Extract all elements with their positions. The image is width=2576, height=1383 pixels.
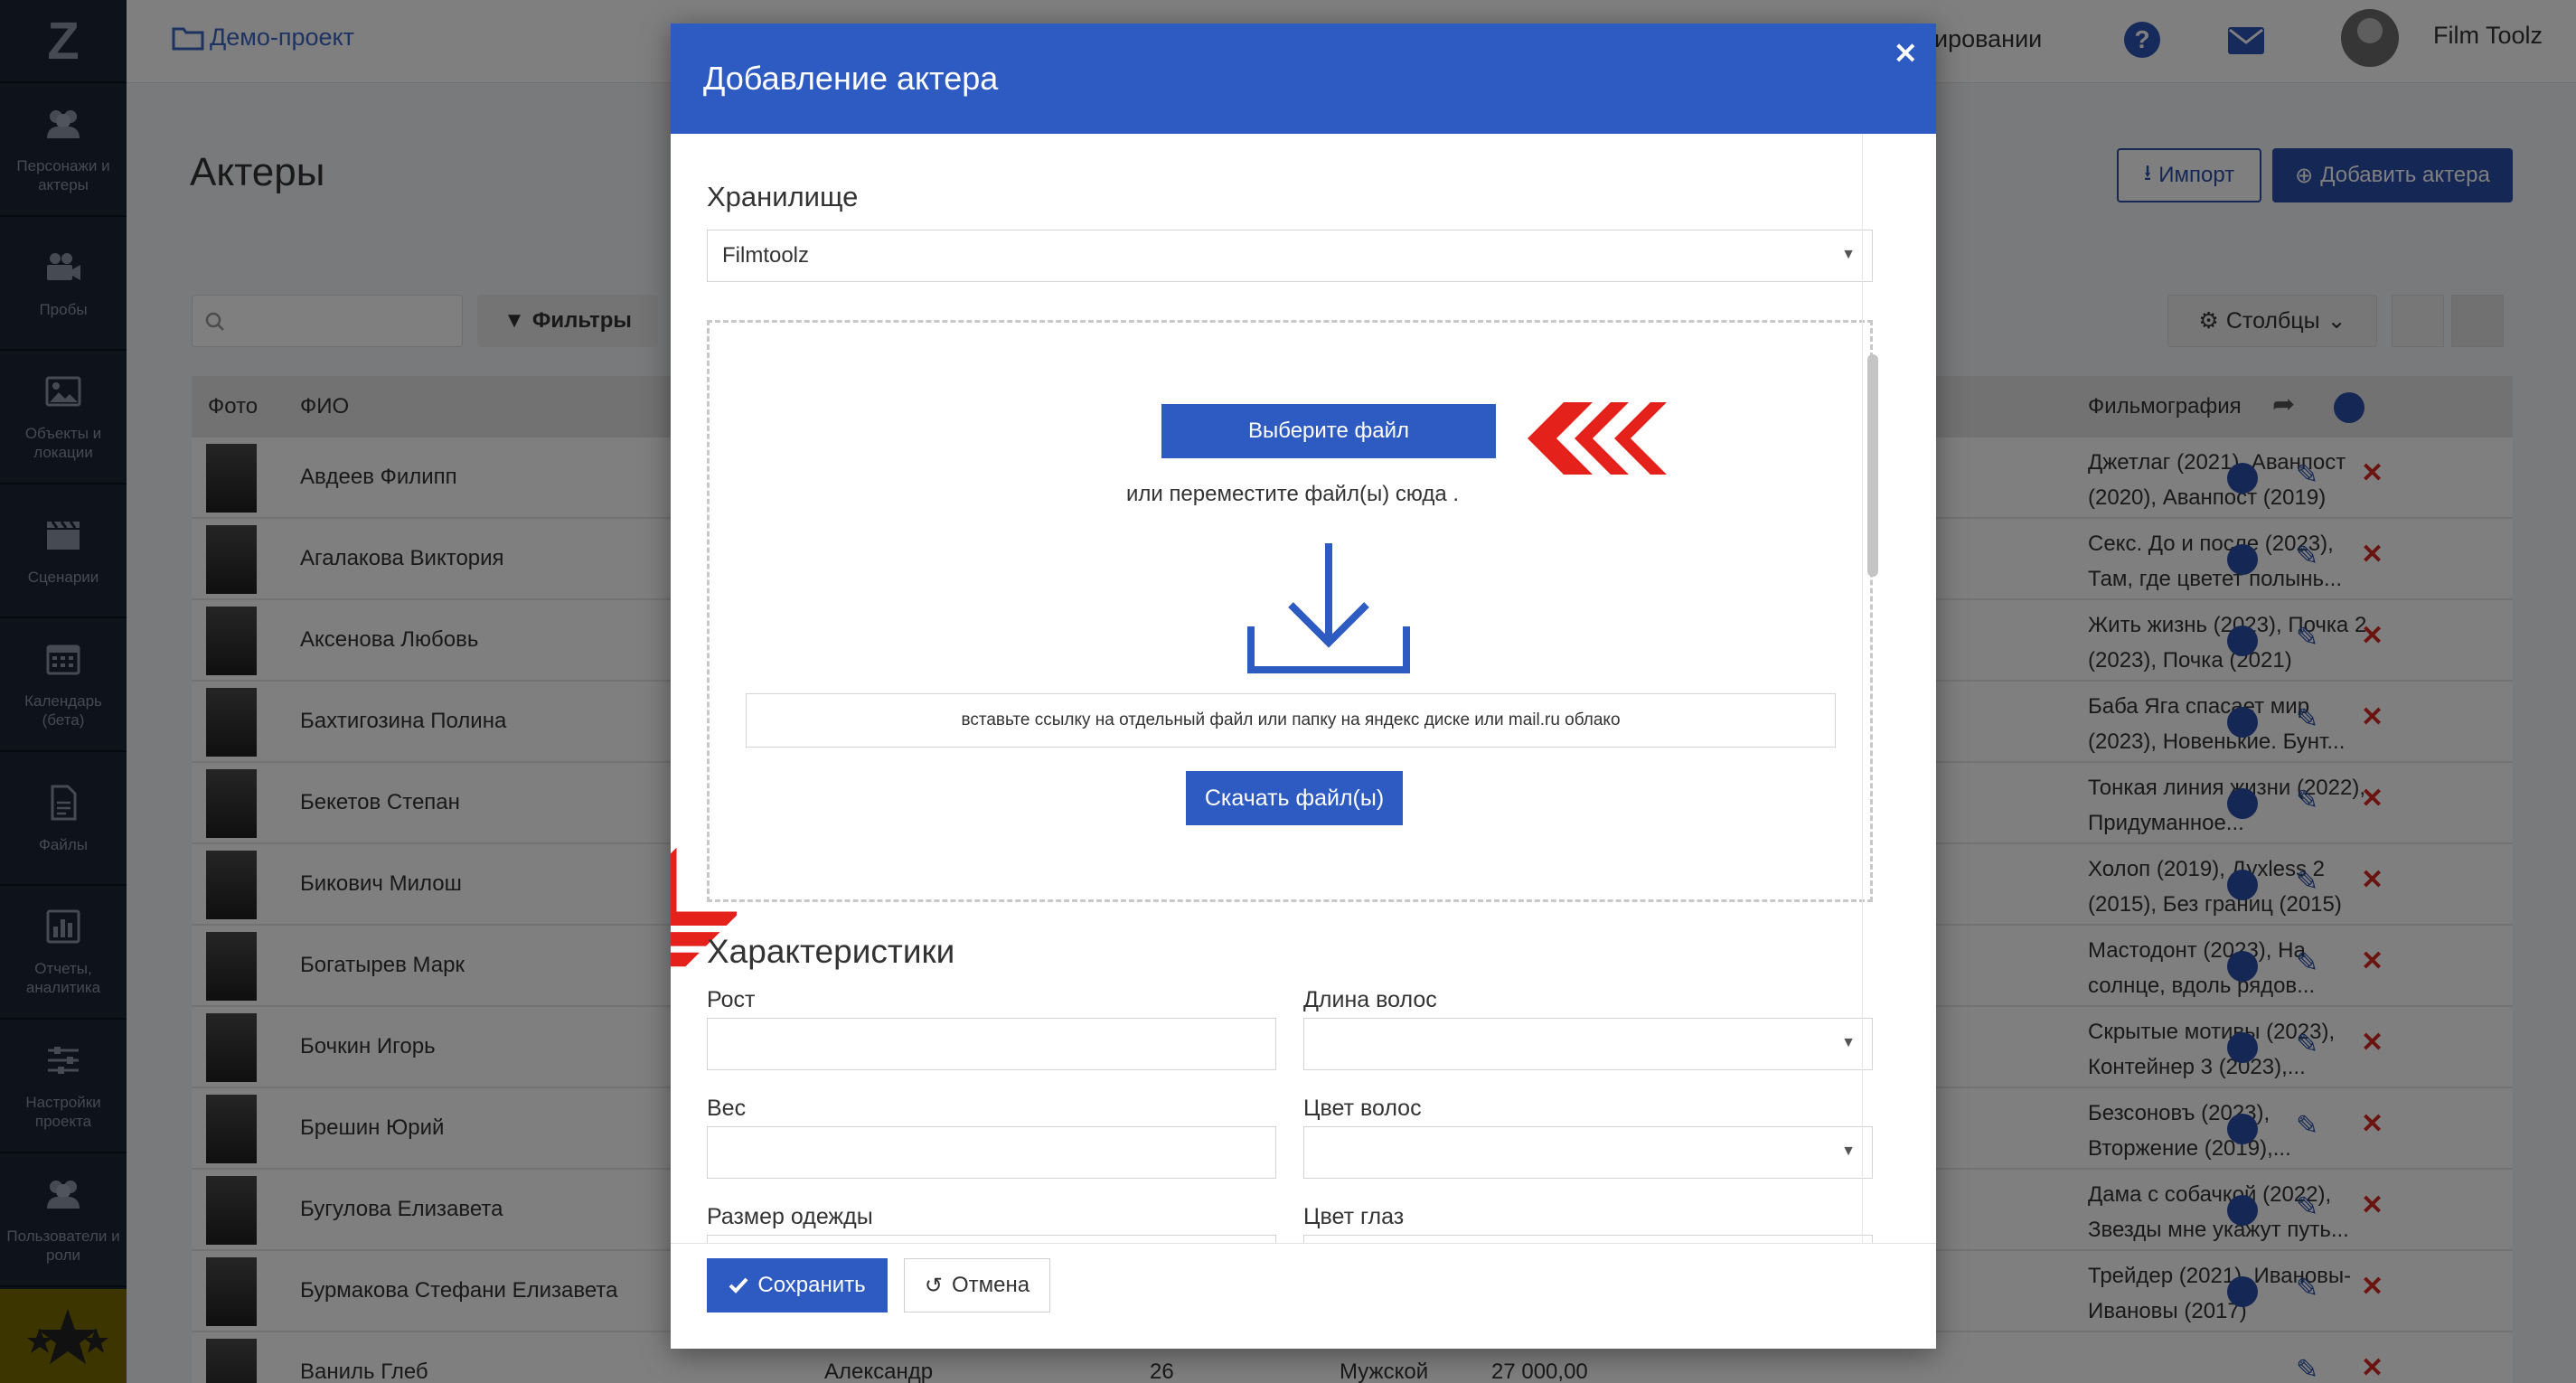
- hair-color-select[interactable]: ▼: [1303, 1126, 1873, 1179]
- check-icon: [729, 1277, 748, 1294]
- eye-color-select[interactable]: [1303, 1235, 1873, 1243]
- modal-header: Добавление актера ×: [671, 24, 1936, 134]
- weight-label: Вес: [707, 1096, 747, 1121]
- drop-hint: или переместите файл(ы) сюда .: [1125, 482, 1460, 506]
- modal-body[interactable]: Хранилище Filmtoolz ▼ Выберите файл или …: [671, 134, 1936, 1244]
- caret-down-icon: ▼: [1841, 247, 1856, 262]
- save-button[interactable]: Сохранить: [707, 1258, 888, 1312]
- clothing-size-label: Размер одежды: [707, 1204, 873, 1229]
- caret-down-icon: ▼: [1841, 1143, 1856, 1159]
- download-files-button[interactable]: Скачать файл(ы): [1186, 771, 1403, 825]
- storage-value: Filmtoolz: [722, 243, 810, 268]
- file-drop-zone[interactable]: Выберите файл или переместите файл(ы) сю…: [671, 320, 1873, 967]
- cancel-button[interactable]: ↺ Отмена: [904, 1258, 1050, 1312]
- scrollbar-thumb[interactable]: [1867, 354, 1878, 577]
- add-actor-modal: Добавление актера × Хранилище Filmtoolz …: [671, 24, 1936, 1349]
- undo-icon: ↺: [924, 1273, 943, 1298]
- download-icon: [1247, 543, 1410, 673]
- close-icon[interactable]: ×: [1893, 34, 1919, 71]
- storage-label: Хранилище: [707, 181, 859, 212]
- characteristics-title: Характеристики: [707, 933, 955, 970]
- modal-title: Добавление актера: [703, 60, 999, 97]
- hair-length-label: Длина волос: [1303, 987, 1437, 1012]
- choose-file-button[interactable]: Выберите файл: [1161, 404, 1496, 458]
- storage-select[interactable]: Filmtoolz ▼: [707, 230, 1873, 282]
- hair-length-select[interactable]: ▼: [1303, 1018, 1873, 1070]
- save-label: Сохранить: [757, 1273, 866, 1297]
- eye-color-label: Цвет глаз: [1303, 1204, 1405, 1229]
- height-label: Рост: [707, 987, 756, 1012]
- link-input[interactable]: вставьте ссылку на отдельный файл или па…: [746, 693, 1836, 748]
- weight-field[interactable]: [707, 1126, 1276, 1179]
- hair-color-label: Цвет волос: [1303, 1096, 1422, 1121]
- scrollbar[interactable]: [1862, 134, 1882, 1243]
- cancel-label: Отмена: [952, 1273, 1030, 1297]
- clothing-size-field[interactable]: [707, 1235, 1276, 1243]
- height-field[interactable]: [707, 1018, 1276, 1070]
- caret-down-icon: ▼: [1841, 1035, 1856, 1050]
- pointer-arrow-icon: [1528, 402, 1667, 475]
